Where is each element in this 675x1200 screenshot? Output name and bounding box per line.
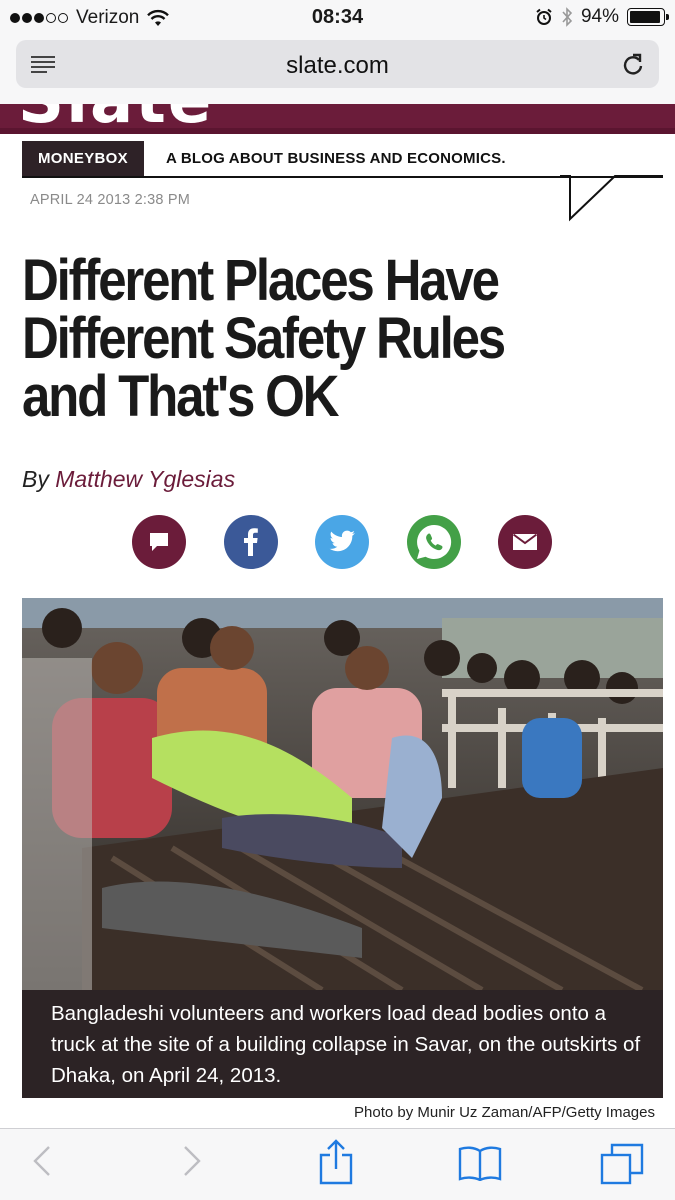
status-right: 94% (535, 6, 669, 28)
masthead[interactable]: Slate (0, 104, 675, 134)
reload-icon[interactable] (621, 52, 645, 78)
author-link[interactable]: Matthew Yglesias (55, 466, 235, 492)
email-share-button[interactable] (498, 515, 552, 569)
browser-toolbar (0, 1128, 675, 1200)
photo-caption-box: Bangladeshi volunteers and workers load … (22, 990, 663, 1098)
battery-percent: 94% (580, 6, 619, 27)
twitter-icon (329, 530, 355, 552)
article-photo[interactable] (22, 598, 663, 990)
forward-icon[interactable] (182, 1145, 202, 1177)
facebook-icon (244, 528, 258, 556)
facebook-share-button[interactable] (224, 515, 278, 569)
lead-photo-illustration (22, 598, 663, 990)
section-description: A BLOG ABOUT BUSINESS AND ECONOMICS. (166, 150, 506, 167)
tabs-icon[interactable] (600, 1143, 644, 1185)
byline-prefix: By (22, 466, 49, 492)
battery-icon (627, 8, 669, 26)
email-icon (512, 533, 538, 550)
section-notch-decoration (560, 175, 663, 222)
article-dateline: APRIL 24 2013 2:38 PM (30, 192, 191, 208)
whatsapp-icon (417, 524, 452, 559)
whatsapp-share-button[interactable] (407, 515, 461, 569)
byline: By Matthew Yglesias (22, 466, 235, 493)
section-tag[interactable]: MONEYBOX (22, 141, 144, 177)
photo-credit: Photo by Munir Uz Zaman/AFP/Getty Images (354, 1104, 655, 1121)
share-icon[interactable] (318, 1139, 354, 1185)
comment-icon (150, 533, 168, 551)
comment-button[interactable] (132, 515, 186, 569)
alarm-icon (536, 8, 552, 25)
status-bar: Verizon 08:34 94% (0, 0, 675, 36)
back-icon[interactable] (32, 1145, 52, 1177)
twitter-share-button[interactable] (315, 515, 369, 569)
masthead-rule (0, 128, 675, 134)
photo-caption: Bangladeshi volunteers and workers load … (51, 1002, 641, 1087)
bluetooth-icon (562, 7, 573, 27)
url-text[interactable]: slate.com (16, 52, 659, 80)
article-headline: Different Places Have Different Safety R… (22, 248, 506, 429)
browser-chrome: slate.com (0, 36, 675, 104)
bookmarks-icon[interactable] (458, 1145, 502, 1181)
share-buttons (0, 515, 675, 569)
address-bar[interactable]: slate.com (16, 40, 659, 88)
